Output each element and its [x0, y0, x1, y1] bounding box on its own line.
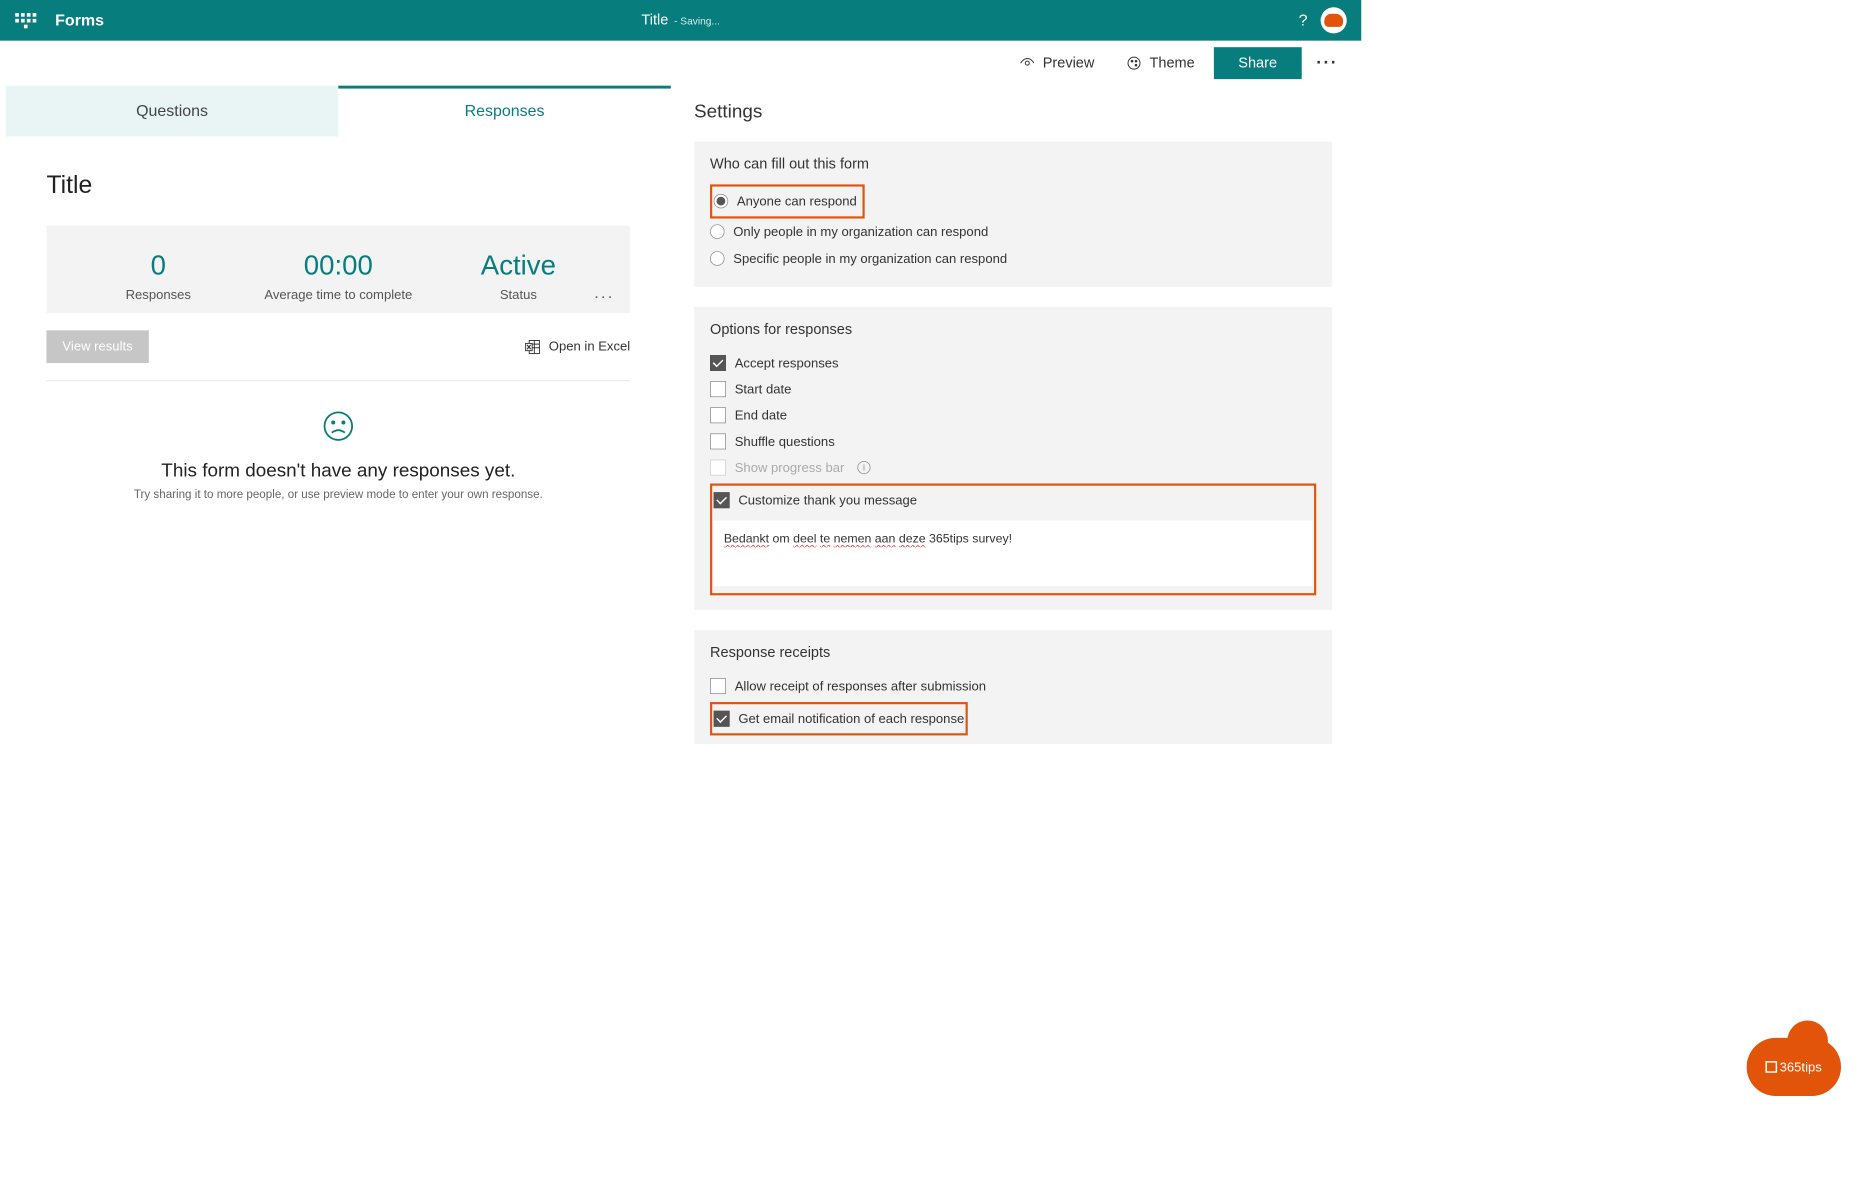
stat-avgtime-label: Average time to complete: [248, 287, 428, 302]
empty-subtitle: Try sharing it to more people, or use pr…: [46, 489, 630, 502]
stat-avgtime: 00:00 Average time to complete: [248, 250, 428, 302]
stats-box: 0 Responses 00:00 Average time to comple…: [46, 226, 630, 313]
highlight-customize: Customize thank you message Bedankt om d…: [710, 484, 1316, 596]
stat-avgtime-value: 00:00: [248, 250, 428, 281]
empty-state: This form doesn't have any responses yet…: [46, 410, 630, 501]
checkbox-icon: [714, 492, 730, 508]
radio-icon: [710, 224, 725, 239]
tab-questions[interactable]: Questions: [6, 86, 339, 137]
radio-icon: [714, 194, 729, 209]
settings-panel: Settings Who can fill out this form Anyo…: [671, 86, 1361, 779]
palette-icon: [1126, 55, 1142, 71]
stat-responses-label: Responses: [68, 287, 248, 302]
view-results-button[interactable]: View results: [46, 330, 148, 363]
empty-title: This form doesn't have any responses yet…: [46, 459, 630, 482]
options-title: Options for responses: [710, 322, 1316, 339]
check-shuffle[interactable]: Shuffle questions: [710, 428, 1316, 454]
excel-icon: [524, 338, 541, 355]
watermark-logo: 365tips: [1747, 1038, 1841, 1096]
radio-icon: [710, 251, 725, 266]
highlight-anyone: Anyone can respond: [710, 184, 865, 218]
checkbox-icon: [710, 355, 726, 371]
save-status: - Saving...: [674, 15, 720, 27]
checkbox-icon: [710, 407, 726, 423]
stats-more-button[interactable]: ···: [594, 287, 614, 306]
stat-status-label: Status: [428, 287, 608, 302]
options-block: Options for responses Accept responses S…: [694, 307, 1332, 610]
check-progress-label: Show progress bar: [735, 460, 845, 475]
preview-button[interactable]: Preview: [1006, 47, 1107, 79]
check-shuffle-label: Shuffle questions: [735, 434, 835, 449]
who-title: Who can fill out this form: [710, 156, 1316, 173]
checkbox-icon: [710, 678, 726, 694]
check-accept-label: Accept responses: [735, 355, 839, 370]
checkbox-icon: [710, 460, 726, 476]
check-start-label: Start date: [735, 382, 792, 397]
check-start[interactable]: Start date: [710, 376, 1316, 402]
checkbox-icon: [714, 711, 730, 727]
settings-heading: Settings: [694, 100, 1332, 123]
check-allow-receipt[interactable]: Allow receipt of responses after submiss…: [710, 673, 1316, 699]
check-end-label: End date: [735, 408, 787, 423]
form-tabs: Questions Responses: [6, 86, 671, 137]
app-name[interactable]: Forms: [55, 11, 104, 30]
receipts-block: Response receipts Allow receipt of respo…: [694, 630, 1332, 744]
share-label: Share: [1238, 55, 1277, 72]
logo-text: 365tips: [1780, 1059, 1822, 1074]
document-title: Title - Saving...: [641, 12, 719, 29]
open-excel-label: Open in Excel: [549, 339, 630, 354]
check-email-label: Get email notification of each response: [738, 711, 964, 726]
eye-icon: [1019, 55, 1035, 71]
check-allow-label: Allow receipt of responses after submiss…: [735, 678, 986, 693]
avatar[interactable]: [1321, 7, 1347, 33]
highlight-email: Get email notification of each response: [710, 702, 968, 735]
check-customize-label: Customize thank you message: [738, 493, 917, 508]
check-customize[interactable]: Customize thank you message: [714, 487, 1313, 513]
app-launcher-icon[interactable]: [15, 9, 37, 31]
command-bar: Preview Theme Share ···: [0, 41, 1361, 86]
check-progress: Show progress bar i: [710, 454, 1316, 480]
checkbox-icon: [710, 381, 726, 397]
top-bar: Forms Title - Saving... ?: [0, 0, 1361, 41]
sad-face-icon: [322, 410, 354, 442]
radio-specific[interactable]: Specific people in my organization can r…: [710, 245, 1316, 272]
who-can-respond-block: Who can fill out this form Anyone can re…: [694, 142, 1332, 287]
theme-button[interactable]: Theme: [1113, 47, 1208, 79]
share-button[interactable]: Share: [1214, 47, 1302, 79]
info-icon[interactable]: i: [857, 461, 870, 474]
stat-status-value: Active: [428, 250, 608, 281]
radio-anyone[interactable]: Anyone can respond: [714, 188, 857, 215]
stat-status: Active Status: [428, 250, 608, 302]
more-actions-button[interactable]: ···: [1308, 53, 1347, 73]
thankyou-message-input[interactable]: Bedankt om deel te nemen aan deze 365tip…: [714, 521, 1313, 586]
radio-org-label: Only people in my organization can respo…: [733, 224, 988, 239]
form-title: Title: [46, 171, 630, 199]
radio-anyone-label: Anyone can respond: [737, 194, 857, 209]
help-icon[interactable]: ?: [1299, 11, 1308, 30]
checkbox-icon: [710, 433, 726, 449]
radio-org[interactable]: Only people in my organization can respo…: [710, 219, 1316, 246]
tab-responses[interactable]: Responses: [338, 86, 671, 137]
cube-icon: [1766, 1061, 1778, 1073]
check-email-notification[interactable]: Get email notification of each response: [714, 706, 965, 732]
radio-specific-label: Specific people in my organization can r…: [733, 251, 1007, 266]
check-accept[interactable]: Accept responses: [710, 350, 1316, 376]
receipts-title: Response receipts: [710, 645, 1316, 662]
stat-responses: 0 Responses: [68, 250, 248, 302]
preview-label: Preview: [1043, 55, 1095, 72]
open-in-excel-button[interactable]: Open in Excel: [524, 338, 630, 355]
stat-responses-value: 0: [68, 250, 248, 281]
check-end[interactable]: End date: [710, 402, 1316, 428]
document-title-text[interactable]: Title: [641, 12, 668, 29]
theme-label: Theme: [1150, 55, 1195, 72]
